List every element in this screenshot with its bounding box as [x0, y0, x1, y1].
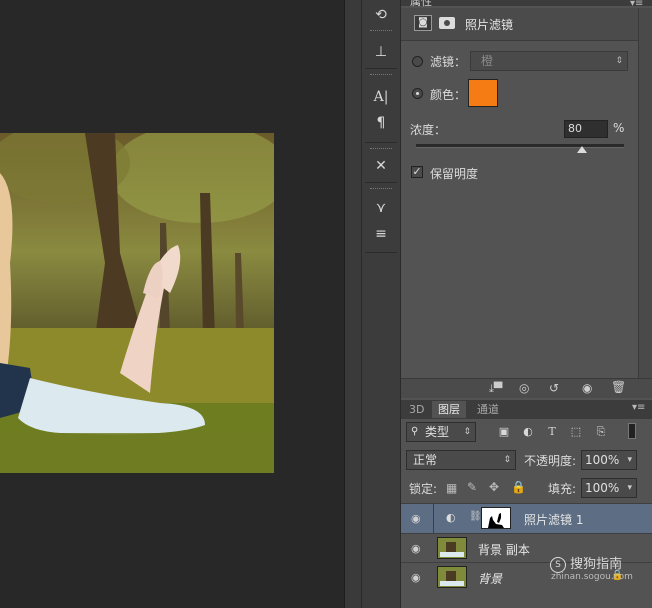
filter-value: 橙	[481, 54, 494, 68]
fill-input[interactable]: 100% ▾	[581, 478, 637, 498]
stamp-icon[interactable]: ⊥	[368, 42, 394, 62]
lock-label: 锁定:	[409, 482, 438, 496]
clip-to-layer-icon[interactable]: ⤓▀	[489, 382, 502, 396]
adjustment-camera-icon[interactable]: ◙	[414, 15, 432, 31]
sogou-logo-icon: S	[550, 556, 566, 573]
blend-mode-select[interactable]: 正常 ⇕	[406, 450, 516, 470]
trash-icon[interactable]: 🗑	[611, 380, 626, 394]
opacity-value: 100%	[585, 453, 620, 467]
filter-toggle[interactable]	[628, 423, 636, 439]
view-previous-icon[interactable]: ◎	[519, 381, 529, 395]
link-icon[interactable]: ⛓	[469, 511, 482, 522]
tab-channels[interactable]: 通道	[471, 401, 505, 418]
watermark-url: zhinan.sogou.com	[551, 572, 633, 582]
mask-icon[interactable]	[439, 17, 455, 29]
separator	[365, 252, 397, 253]
grip-handle[interactable]	[370, 74, 392, 78]
eye-icon[interactable]: ◉	[411, 542, 421, 555]
layer-kind-value: 类型	[425, 425, 450, 439]
tools-icon[interactable]: ✕	[368, 156, 394, 176]
select-arrows-icon: ⇕	[503, 455, 511, 465]
fill-value: 100%	[585, 481, 620, 495]
adjustment-layer-icon: ◐	[446, 511, 456, 524]
grip-handle[interactable]	[370, 30, 392, 34]
select-arrows-icon: ⇕	[463, 427, 471, 437]
panel-icon-strip: ⟲ ⊥ A| ¶ ✕ ⋎ ≡	[361, 0, 401, 608]
properties-title-bar	[401, 0, 652, 6]
brush-presets-icon[interactable]: ⋎	[368, 198, 394, 218]
eye-icon[interactable]: ◉	[411, 512, 421, 525]
properties-scrollbar[interactable]	[638, 8, 652, 378]
opacity-input[interactable]: 100% ▾	[581, 450, 637, 470]
chevron-down-icon: ▾	[627, 483, 632, 493]
preserve-luminosity-label: 保留明度	[430, 167, 479, 181]
layer-name: 背景	[478, 572, 503, 586]
panel-divider[interactable]	[344, 0, 362, 608]
search-icon: ⚲	[411, 426, 419, 437]
adjustments-icon[interactable]: ≡	[368, 224, 394, 244]
type-filter-icon[interactable]: T	[545, 425, 559, 439]
character-icon[interactable]: A|	[368, 87, 394, 107]
watermark-brand-text: 搜狗指南	[570, 557, 623, 572]
layer-kind-filter[interactable]: ⚲ 类型 ⇕	[406, 422, 476, 442]
blend-mode-value: 正常	[413, 453, 438, 467]
tab-3d[interactable]: 3D	[403, 401, 430, 418]
select-arrows-icon: ⇕	[615, 56, 623, 66]
density-unit: %	[613, 121, 625, 135]
filter-label: 滤镜：	[430, 55, 467, 69]
pixel-filter-icon[interactable]: ▣	[497, 425, 511, 439]
smart-object-filter-icon[interactable]: ⎘	[594, 425, 608, 439]
preserve-luminosity-checkbox[interactable]: ✓	[411, 166, 423, 178]
density-slider[interactable]	[416, 144, 624, 148]
layer-name: 背景 副本	[478, 543, 530, 557]
tab-layers[interactable]: 图层	[432, 401, 466, 418]
layer-row-photo-filter[interactable]: ◉ ◐ ⛓ 照片滤镜 1	[401, 503, 652, 533]
eye-icon[interactable]: ◉	[411, 571, 421, 584]
photo-graphic	[0, 133, 274, 473]
filter-radio[interactable]	[412, 56, 423, 67]
opacity-label: 不透明度:	[524, 454, 577, 468]
separator	[365, 142, 397, 143]
lock-transparent-icon[interactable]: ▦	[446, 481, 457, 495]
adjustment-filter-icon[interactable]: ◐	[521, 425, 535, 439]
document-image[interactable]	[0, 133, 274, 473]
layers-menu-icon[interactable]: ▾≡	[632, 402, 645, 413]
color-label: 颜色：	[430, 88, 467, 102]
layer-thumbnail	[437, 566, 467, 588]
lock-position-icon[interactable]: ✥	[489, 480, 499, 494]
watermark-brand: S 搜狗指南	[550, 553, 622, 573]
history-icon[interactable]: ⟲	[368, 5, 394, 25]
mask-graphic	[488, 513, 504, 528]
separator	[365, 68, 397, 69]
layer-name: 照片滤镜 1	[524, 513, 584, 527]
filter-select[interactable]: 橙 ⇕	[470, 51, 628, 71]
reset-icon[interactable]: ↺	[549, 381, 559, 395]
fill-label: 填充:	[548, 482, 577, 496]
density-label: 浓度：	[410, 123, 447, 137]
divider	[433, 504, 434, 533]
color-radio[interactable]	[412, 88, 423, 99]
chevron-down-icon: ▾	[627, 455, 632, 465]
adjustment-name: 照片滤镜	[465, 18, 514, 32]
layer-mask-thumbnail[interactable]	[481, 507, 511, 529]
grip-handle[interactable]	[370, 188, 392, 192]
lock-pixels-icon[interactable]: ✎	[467, 480, 477, 494]
density-input[interactable]: 80	[564, 120, 608, 138]
color-swatch[interactable]	[468, 79, 498, 107]
grip-handle[interactable]	[370, 148, 392, 152]
separator	[365, 182, 397, 183]
layer-thumbnail	[437, 537, 467, 559]
paragraph-icon[interactable]: ¶	[368, 113, 394, 133]
visibility-icon[interactable]: ◉	[582, 381, 592, 395]
shape-filter-icon[interactable]: ⬚	[569, 425, 583, 439]
lock-all-icon[interactable]: 🔒	[511, 480, 526, 494]
density-slider-thumb[interactable]	[577, 146, 588, 153]
